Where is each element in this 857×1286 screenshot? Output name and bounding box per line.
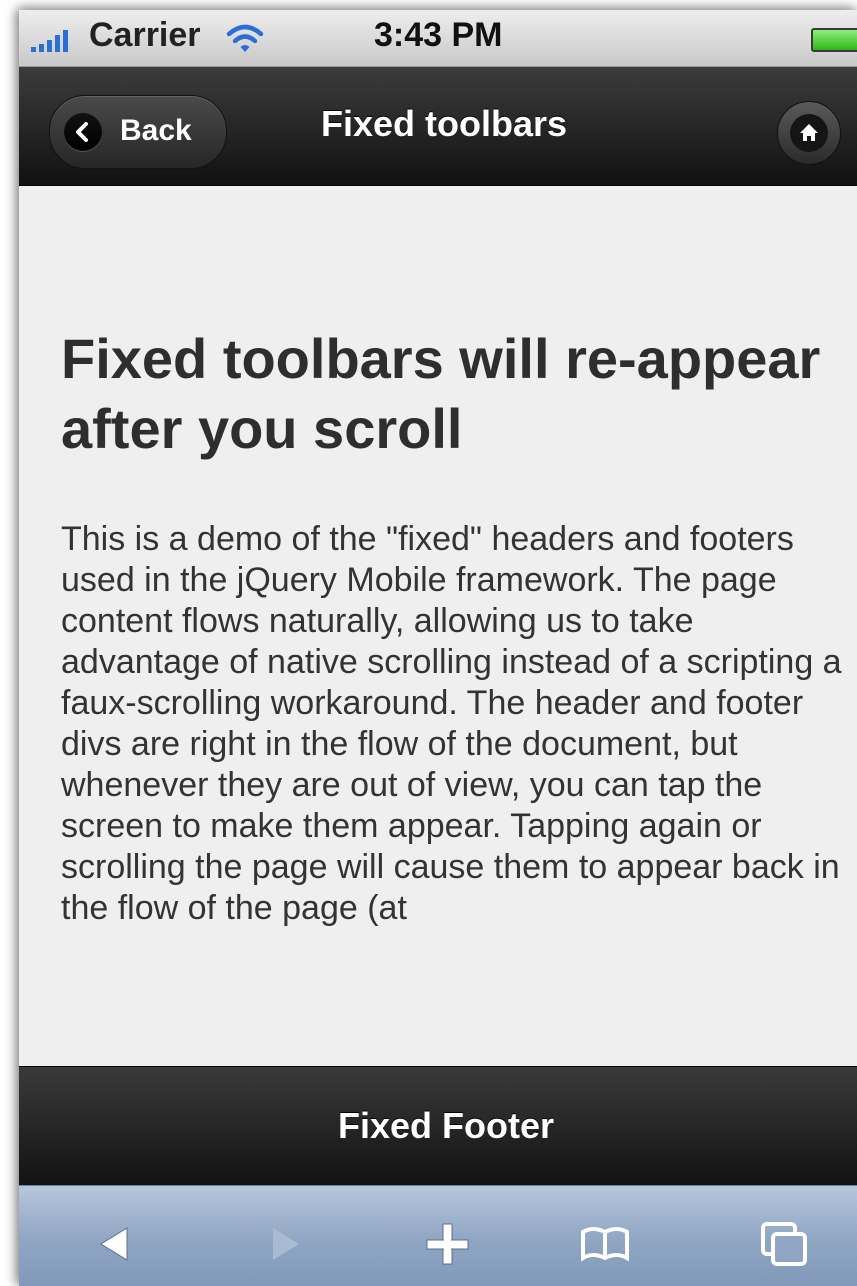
page-title: Fixed toolbars xyxy=(320,103,568,144)
home-icon xyxy=(790,114,828,152)
footer-title: Fixed Footer xyxy=(337,1105,555,1146)
content-paragraph: This is a demo of the "fixed" headers an… xyxy=(61,520,842,927)
status-bar: Carrier 3:43 PM xyxy=(19,10,857,67)
page-footer: Fixed Footer xyxy=(19,1066,857,1185)
content-heading: Fixed toolbars will re-appear after you … xyxy=(61,327,821,460)
battery-icon xyxy=(811,28,857,52)
wifi-icon xyxy=(226,24,264,52)
bookmarks-icon[interactable] xyxy=(575,1216,635,1272)
page-header: Back Fixed toolbars xyxy=(19,67,857,186)
page-content: Fixed toolbars will re-appear after you … xyxy=(19,186,857,1066)
signal-icon xyxy=(31,30,68,52)
carrier-name: Carrier xyxy=(89,16,201,54)
forward-arrow-icon[interactable] xyxy=(255,1216,315,1272)
back-arrow-icon[interactable] xyxy=(85,1216,145,1272)
home-button[interactable] xyxy=(777,101,841,165)
browser-toolbar xyxy=(19,1185,857,1286)
pages-icon[interactable] xyxy=(755,1216,815,1272)
phone-screen: Carrier 3:43 PM Back Fixed toolbars Fixe… xyxy=(19,10,857,1286)
status-time: 3:43 PM xyxy=(374,16,503,54)
add-icon[interactable] xyxy=(417,1216,477,1272)
